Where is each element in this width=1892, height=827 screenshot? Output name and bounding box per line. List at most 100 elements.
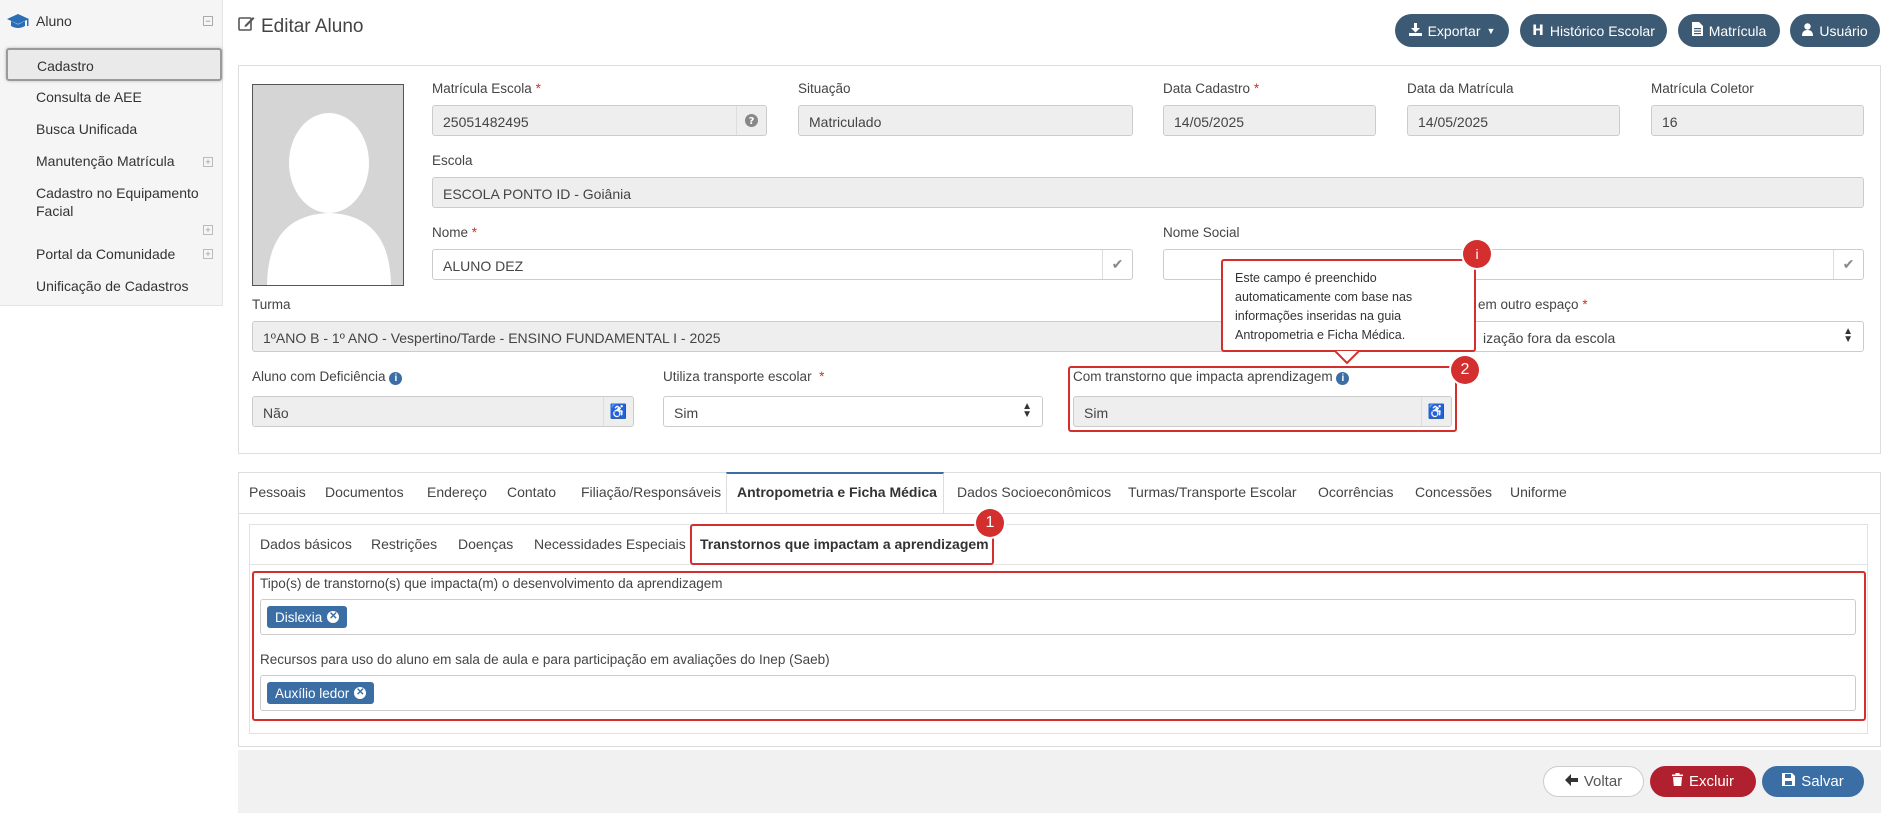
select-arrows-icon: ▲ ▼ xyxy=(1022,401,1032,420)
tooltip-line: automaticamente com base nas xyxy=(1235,290,1413,304)
turma-label: Turma xyxy=(252,297,291,312)
nome-social-label: Nome Social xyxy=(1163,225,1240,240)
sidebar-item-cadastro[interactable]: Cadastro xyxy=(6,48,222,81)
tab-ocorrencias[interactable]: Ocorrências xyxy=(1318,484,1393,500)
collapse-icon[interactable]: − xyxy=(203,16,213,26)
tag-auxilio-ledor: Auxílio ledor ✕ xyxy=(267,682,375,704)
tipos-transtorno-input[interactable]: Dislexia ✕ xyxy=(260,599,1856,635)
deficiencia-value: Não xyxy=(263,405,289,421)
tab-pessoais[interactable]: Pessoais xyxy=(249,484,306,500)
voltar-label: Voltar xyxy=(1583,773,1623,790)
check-icon: ✔ xyxy=(1833,250,1863,279)
nome-field[interactable]: ALUNO DEZ ✔ xyxy=(432,249,1133,280)
recursos-label: Recursos para uso do aluno em sala de au… xyxy=(260,652,830,667)
historico-escolar-button[interactable]: H Histórico Escolar xyxy=(1520,14,1667,47)
sidebar-item-cadastro-equipamento[interactable]: Cadastro no Equipamento xyxy=(36,185,199,201)
usuario-label: Usuário xyxy=(1819,22,1868,39)
tab-documentos[interactable]: Documentos xyxy=(325,484,404,500)
select-arrows-icon: ▲ ▼ xyxy=(1843,326,1853,345)
h-icon: H xyxy=(1532,22,1544,39)
transporte-select[interactable]: Sim ▲ ▼ xyxy=(663,396,1043,427)
matricula-escola-field[interactable]: 25051482495 ? xyxy=(432,105,767,136)
tab-endereco[interactable]: Endereço xyxy=(427,484,487,500)
tab-contato[interactable]: Contato xyxy=(507,484,556,500)
trash-icon xyxy=(1671,773,1683,790)
sidebar-item-portal-comunidade[interactable]: Portal da Comunidade xyxy=(36,246,175,262)
data-matricula-label: Data da Matrícula xyxy=(1407,81,1514,96)
file-icon xyxy=(1691,22,1703,39)
situacao-field[interactable]: Matriculado xyxy=(798,105,1133,136)
student-photo-placeholder[interactable] xyxy=(252,84,404,286)
tabs-divider xyxy=(238,513,1881,514)
matricula-button[interactable]: Matrícula xyxy=(1678,14,1780,47)
recursos-input[interactable]: Auxílio ledor ✕ xyxy=(260,675,1856,711)
tab-turmas-transporte[interactable]: Turmas/Transporte Escolar xyxy=(1128,484,1297,500)
expand-icon[interactable]: + xyxy=(203,157,213,167)
data-cadastro-field[interactable]: 14/05/2025 xyxy=(1163,105,1376,136)
user-icon xyxy=(1802,22,1814,39)
tooltip-line: Este campo é preenchido xyxy=(1235,271,1377,285)
turma-field[interactable]: 1ºANO B - 1º ANO - Vespertino/Tarde - EN… xyxy=(252,321,1252,352)
matricula-escola-label: Matrícula Escola * xyxy=(432,81,541,96)
annotation-badge-info: i xyxy=(1463,240,1491,268)
matricula-escola-value: 25051482495 xyxy=(443,114,529,130)
page-title-text: Editar Aluno xyxy=(261,15,364,37)
arrow-left-icon xyxy=(1564,773,1578,790)
sidebar-item-unificacao-cadastros[interactable]: Unificação de Cadastros xyxy=(36,278,189,294)
transporte-value: Sim xyxy=(674,405,699,421)
tooltip-arrow-icon xyxy=(1335,350,1359,364)
wheelchair-icon: ♿ xyxy=(603,397,633,426)
subtab-dados-basicos[interactable]: Dados básicos xyxy=(260,536,352,552)
sidebar-item-consulta-aee[interactable]: Consulta de AEE xyxy=(36,89,142,105)
remove-tag-icon[interactable]: ✕ xyxy=(327,611,340,623)
sidebar-item-cadastro-equipamento-line2[interactable]: Facial xyxy=(36,203,73,219)
sidebar-section-label: Aluno xyxy=(36,13,72,29)
page-title: Editar Aluno xyxy=(238,15,363,38)
subtab-restricoes[interactable]: Restrições xyxy=(371,536,437,552)
tipos-transtorno-label: Tipo(s) de transtorno(s) que impacta(m) … xyxy=(260,576,723,591)
annotation-badge-1: 1 xyxy=(976,509,1004,537)
outro-espaco-select[interactable]: ização fora da escola ▲ ▼ xyxy=(1460,321,1864,352)
excluir-button[interactable]: Excluir xyxy=(1650,766,1756,797)
outro-espaco-label: em outro espaço * xyxy=(1478,297,1588,312)
voltar-button[interactable]: Voltar xyxy=(1543,766,1644,797)
deficiencia-field[interactable]: Não ♿ xyxy=(252,396,634,427)
data-cadastro-label: Data Cadastro * xyxy=(1163,81,1260,96)
transporte-label: Utiliza transporte escolar * xyxy=(663,369,825,384)
salvar-button[interactable]: Salvar xyxy=(1762,766,1864,797)
remove-tag-icon[interactable]: ✕ xyxy=(354,687,367,699)
matricula-coletor-label: Matrícula Coletor xyxy=(1651,81,1754,96)
tab-socioeconomicos[interactable]: Dados Socioeconômicos xyxy=(957,484,1111,500)
graduation-cap-icon xyxy=(6,12,30,33)
tooltip-line: Antropometria e Ficha Médica. xyxy=(1235,328,1406,342)
avatar-silhouette-icon xyxy=(267,113,391,285)
excluir-label: Excluir xyxy=(1688,773,1734,790)
info-tooltip: Este campo é preenchido automaticamente … xyxy=(1221,259,1476,352)
tag-label: Dislexia xyxy=(275,609,323,625)
annotation-box-2 xyxy=(1068,366,1457,432)
data-matricula-field[interactable]: 14/05/2025 xyxy=(1407,105,1620,136)
annotation-badge-2: 2 xyxy=(1451,356,1479,384)
tab-uniforme[interactable]: Uniforme xyxy=(1510,484,1567,500)
escola-field[interactable]: ESCOLA PONTO ID - Goiânia xyxy=(432,177,1864,208)
info-icon[interactable]: i xyxy=(389,372,403,385)
svg-text:?: ? xyxy=(749,116,755,127)
exportar-button[interactable]: Exportar ▼ xyxy=(1395,14,1509,47)
subtab-doencas[interactable]: Doenças xyxy=(458,536,513,552)
sidebar-item-manutencao-matricula[interactable]: Manutenção Matrícula xyxy=(36,153,175,169)
sidebar-section-aluno[interactable]: Aluno − xyxy=(0,8,223,34)
tab-antropometria[interactable]: Antropometria e Ficha Médica xyxy=(737,484,937,500)
usuario-button[interactable]: Usuário xyxy=(1790,14,1880,47)
tab-filiacao[interactable]: Filiação/Responsáveis xyxy=(581,484,721,500)
expand-icon[interactable]: + xyxy=(203,249,213,259)
exportar-label: Exportar xyxy=(1427,22,1481,39)
subtab-necessidades-especiais[interactable]: Necessidades Especiais xyxy=(534,536,686,552)
expand-icon[interactable]: + xyxy=(203,225,213,235)
outro-espaco-value: ização fora da escola xyxy=(1483,330,1616,346)
sidebar-item-busca-unificada[interactable]: Busca Unificada xyxy=(36,121,137,137)
matricula-coletor-field[interactable]: 16 xyxy=(1651,105,1864,136)
check-icon: ✔ xyxy=(1102,250,1132,279)
sidebar: Aluno − Cadastro Consulta de AEE Busca U… xyxy=(0,0,223,306)
tab-concessoes[interactable]: Concessões xyxy=(1415,484,1492,500)
help-icon[interactable]: ? xyxy=(736,106,766,135)
